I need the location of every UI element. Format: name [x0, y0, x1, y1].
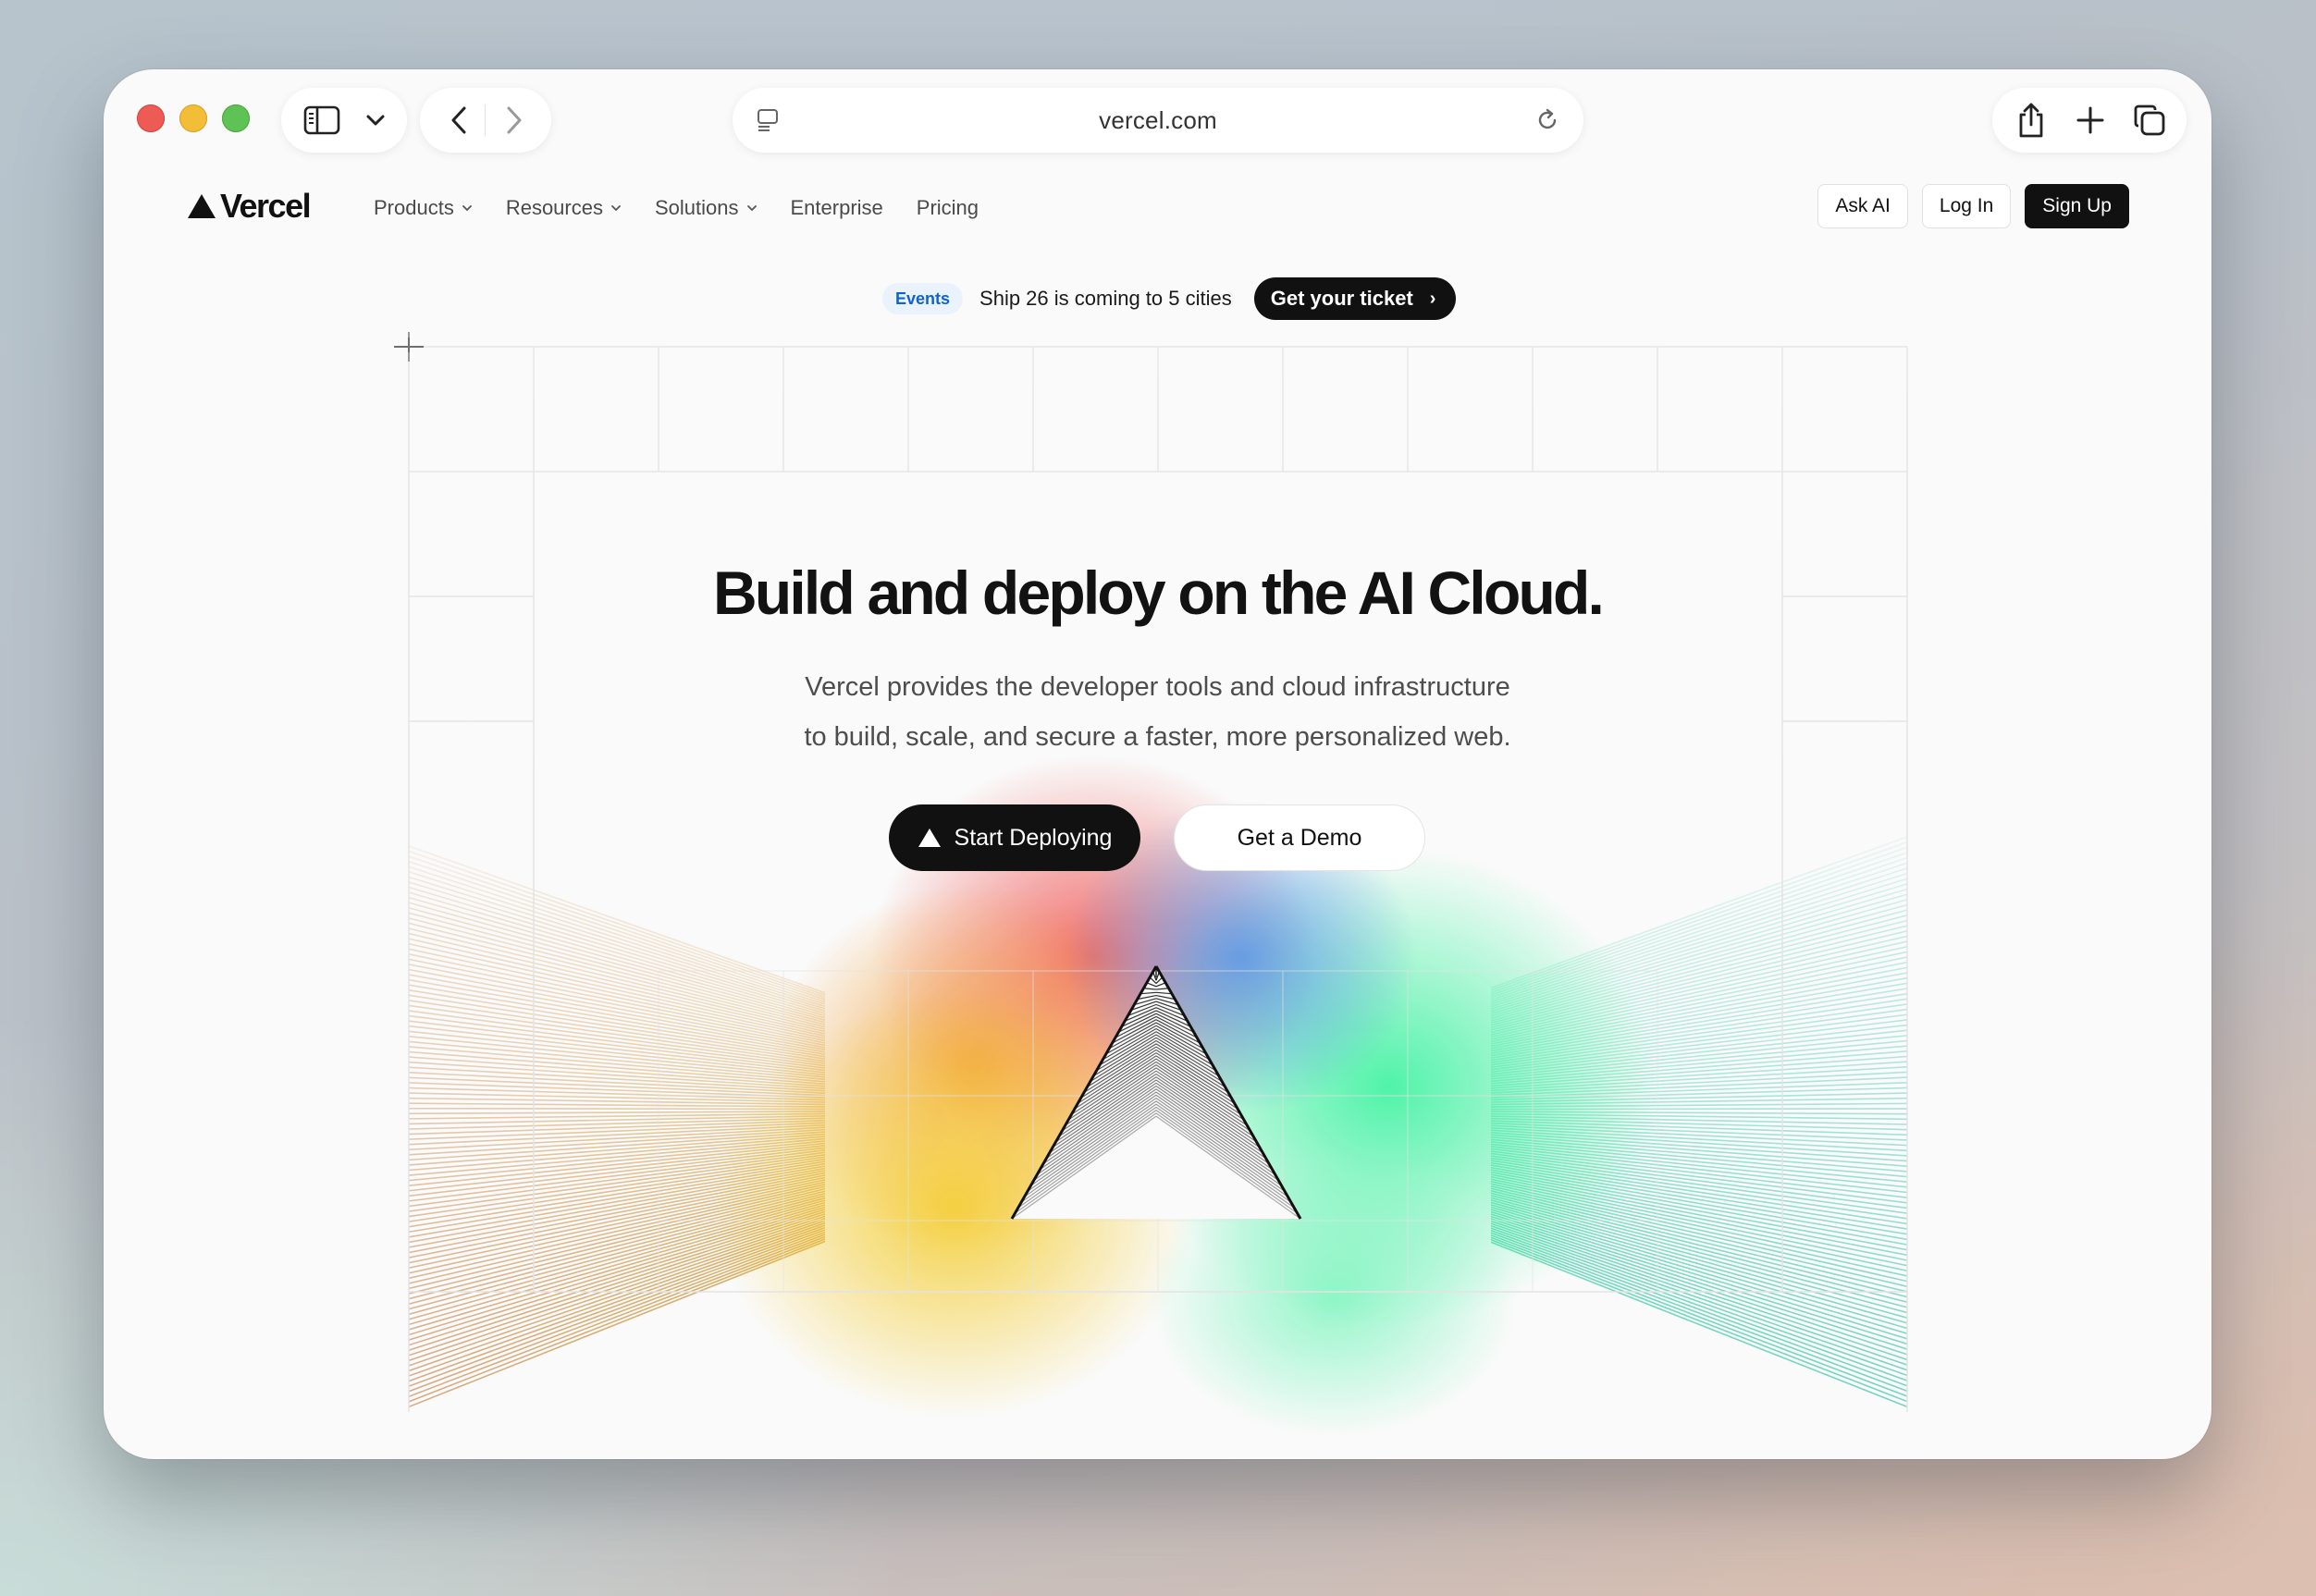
- vercel-triangle-icon: [918, 829, 941, 847]
- minimize-window-button[interactable]: [179, 104, 207, 132]
- vercel-triangle-icon: [188, 194, 216, 218]
- hero-cta-row: Start Deploying Get a Demo: [889, 804, 1425, 871]
- back-icon[interactable]: [435, 88, 483, 153]
- browser-toolbar: vercel.com: [104, 69, 2211, 171]
- announcement-banner: Events Ship 26 is coming to 5 cities Get…: [882, 277, 1457, 320]
- tabs-icon[interactable]: [2122, 88, 2177, 153]
- log-in-button[interactable]: Log In: [1921, 184, 2012, 228]
- banner-text: Ship 26 is coming to 5 cities: [979, 287, 1232, 310]
- auth-buttons: Ask AI Log In Sign Up: [1817, 184, 2129, 228]
- address-bar[interactable]: vercel.com: [733, 88, 1583, 153]
- main-menu: Products Resources Solutions Enterprise …: [374, 171, 1012, 245]
- logo-text: Vercel: [220, 187, 312, 225]
- start-deploying-button[interactable]: Start Deploying: [889, 804, 1140, 871]
- get-ticket-button[interactable]: Get your ticket ›: [1253, 277, 1457, 320]
- chevron-down-icon: [746, 205, 757, 212]
- hero-title: Build and deploy on the AI Cloud.: [712, 559, 1605, 627]
- reload-icon[interactable]: [1524, 88, 1571, 153]
- zoom-window-button[interactable]: [222, 104, 250, 132]
- sidebar-icon[interactable]: [294, 88, 350, 153]
- sign-up-button[interactable]: Sign Up: [2025, 184, 2129, 228]
- browser-window: vercel.com Vercel Products Resources Sol…: [104, 69, 2211, 1459]
- chevron-down-icon: [611, 205, 621, 212]
- share-icon[interactable]: [2003, 88, 2059, 153]
- ask-ai-button[interactable]: Ask AI: [1817, 184, 1908, 228]
- menu-item-solutions[interactable]: Solutions: [655, 196, 758, 220]
- events-badge: Events: [882, 283, 964, 314]
- sidebar-toggle-group: [281, 88, 407, 153]
- vercel-logo[interactable]: Vercel: [187, 187, 312, 225]
- menu-item-resources[interactable]: Resources: [506, 196, 622, 220]
- window-actions-group: [1992, 88, 2187, 153]
- forward-icon[interactable]: [490, 88, 538, 153]
- get-demo-button[interactable]: Get a Demo: [1174, 804, 1425, 871]
- chevron-down-icon[interactable]: [355, 88, 396, 153]
- site-header: Vercel Products Resources Solutions Ente…: [104, 171, 2211, 245]
- chevron-right-icon: ›: [1429, 288, 1436, 309]
- history-nav-group: [420, 88, 551, 153]
- url-text[interactable]: vercel.com: [733, 88, 1583, 153]
- close-window-button[interactable]: [137, 104, 165, 132]
- chevron-down-icon: [462, 205, 472, 212]
- hero-subtitle: Vercel provides the developer tools and …: [804, 672, 1511, 752]
- menu-item-enterprise[interactable]: Enterprise: [791, 196, 883, 220]
- menu-item-pricing[interactable]: Pricing: [917, 196, 979, 220]
- plus-icon[interactable]: [2063, 88, 2118, 153]
- menu-item-products[interactable]: Products: [374, 196, 473, 220]
